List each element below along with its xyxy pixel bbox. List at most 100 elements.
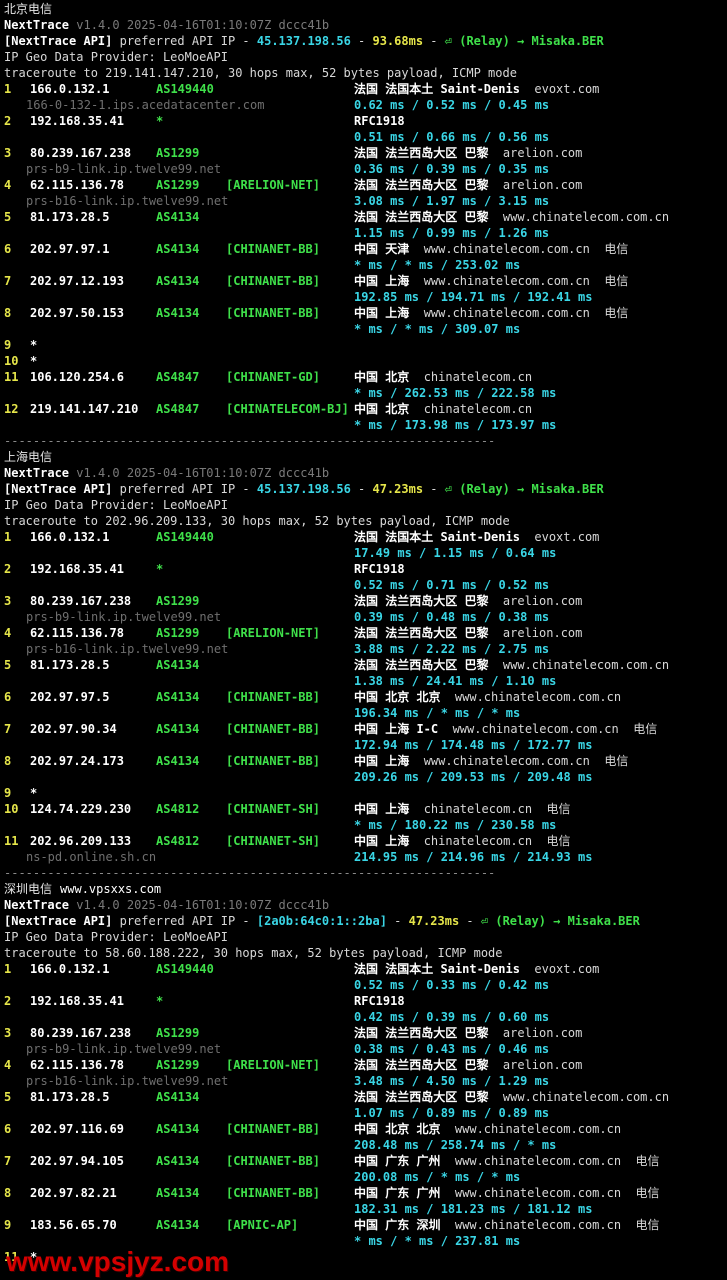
hop-detail-row: 208.48 ms / 258.74 ms / * ms	[4, 1137, 727, 1153]
terminal-output: 北京电信 NextTrace v1.4.0 2025-04-16T01:10:07…	[4, 1, 727, 1265]
section-site: www.vpsxxs.com	[60, 882, 162, 896]
app-name: NextTrace	[4, 18, 70, 32]
hop-number: 8	[4, 754, 12, 768]
api-line: [NextTrace API] preferred API IP - [2a0b…	[4, 913, 727, 929]
hop-rtt: 182.31 ms / 181.23 ms / 181.12 ms	[354, 1202, 593, 1216]
hop-row: 11 106.120.254.6 AS4847 [CHINANET-GD] 中国 北京 …	[4, 369, 727, 385]
hop-number: 12	[4, 402, 19, 416]
hop-row: 7 202.97.90.34 AS4134 [CHINANET-BB] 中国 上海 I-…	[4, 721, 727, 737]
hop-geo: 中国 上海 www.chinatelecom.com.cn 电信	[354, 273, 628, 289]
hop-row: 7 202.97.12.193 AS4134 [CHINANET-BB] 中国 上海 w…	[4, 273, 727, 289]
hop-ip: 81.173.28.5	[30, 658, 110, 672]
hop-number: 11	[4, 370, 19, 384]
api-dash-2: -	[423, 482, 445, 496]
provider-line: IP Geo Data Provider: LeoMoeAPI	[4, 50, 228, 64]
hop-rtt: * ms / * ms / 237.81 ms	[354, 1234, 521, 1248]
hop-geo: 法国 法兰西岛大区 巴黎 arelion.com	[354, 1057, 582, 1073]
hop-hostname: prs-b9-link.ip.twelve99.net	[26, 610, 222, 624]
hop-location: 法国 法国本土 Saint-Denis	[354, 82, 520, 96]
hop-asn: AS4134	[156, 1122, 200, 1136]
hop-detail-row: * ms / 262.53 ms / 222.58 ms	[4, 385, 727, 401]
hop-domain: arelion.com	[502, 1026, 583, 1040]
hop-rtt: 208.48 ms / 258.74 ms / * ms	[354, 1138, 557, 1152]
hop-geo: 法国 法兰西岛大区 巴黎 arelion.com	[354, 145, 582, 161]
hop-asn: AS4134	[156, 274, 200, 288]
api-relay: (Relay) → Misaka.BER	[459, 34, 604, 48]
hop-geo: 法国 法兰西岛大区 巴黎 www.chinatelecom.com.cn	[354, 1089, 669, 1105]
section-title: 上海电信	[4, 449, 727, 465]
hop-ip: 81.173.28.5	[30, 1090, 110, 1104]
hop-tag: [CHINANET-BB]	[226, 274, 320, 288]
hop-isp: 电信	[635, 1154, 660, 1168]
hop-number: 4	[4, 178, 12, 192]
hop-ip: 106.120.254.6	[30, 370, 124, 384]
hop-ip: 124.74.229.230	[30, 802, 132, 816]
hop-isp: 电信	[635, 1186, 660, 1200]
hop-number: 4	[4, 626, 12, 640]
hop-number: 2	[4, 994, 12, 1008]
section-title: 深圳电信 www.vpsxxs.com	[4, 881, 727, 897]
hop-location: 中国 北京	[354, 370, 410, 384]
hop-number: 1	[4, 82, 12, 96]
hop-detail-row: 172.94 ms / 174.48 ms / 172.77 ms	[4, 737, 727, 753]
hop-row: 6 202.97.97.1 AS4134 [CHINANET-BB] 中国 天津 www…	[4, 241, 727, 257]
hop-detail-row: 0.52 ms / 0.71 ms / 0.52 ms	[4, 577, 727, 593]
hop-location: 中国 广东 广州	[354, 1154, 441, 1168]
relay-icon: ⏎	[444, 482, 452, 496]
hop-tag: [CHINANET-BB]	[226, 1186, 320, 1200]
hop-tag: [CHINANET-GD]	[226, 370, 320, 384]
hop-hostname: prs-b16-link.ip.twelve99.net	[26, 1074, 229, 1088]
hop-ip: 192.168.35.41	[30, 562, 124, 576]
hop-rtt: 1.38 ms / 24.41 ms / 1.10 ms	[354, 674, 557, 688]
api-text: preferred API IP -	[112, 34, 257, 48]
hop-asn: AS149440	[156, 82, 214, 96]
hop-domain: evoxt.com	[534, 962, 600, 976]
hop-rtt: * ms / 180.22 ms / 230.58 ms	[354, 818, 557, 832]
hop-geo: 中国 上海 www.chinatelecom.com.cn 电信	[354, 753, 628, 769]
hop-tag: [CHINANET-BB]	[226, 306, 320, 320]
hop-number: 4	[4, 1058, 12, 1072]
version-line: NextTrace v1.4.0 2025-04-16T01:10:07Z dc…	[4, 465, 727, 481]
hop-location: 法国 法兰西岛大区 巴黎	[354, 594, 489, 608]
hop-ip: 166.0.132.1	[30, 82, 110, 96]
hop-ip: 62.115.136.78	[30, 626, 124, 640]
hop-number: 2	[4, 114, 12, 128]
hop-rtt: 3.08 ms / 1.97 ms / 3.15 ms	[354, 194, 550, 208]
hop-ip: 192.168.35.41	[30, 114, 124, 128]
hop-detail-row: * ms / 180.22 ms / 230.58 ms	[4, 817, 727, 833]
hop-geo: 中国 上海 www.chinatelecom.com.cn 电信	[354, 305, 628, 321]
hop-ip: 81.173.28.5	[30, 210, 110, 224]
version-line: NextTrace v1.4.0 2025-04-16T01:10:07Z dc…	[4, 897, 727, 913]
api-dash: -	[350, 34, 373, 48]
hop-rtt: 3.88 ms / 2.22 ms / 2.75 ms	[354, 642, 550, 656]
hop-location: 中国 天津	[354, 242, 410, 256]
hop-row: 11 202.96.209.133 AS4812 [CHINANET-SH] 中国 上海…	[4, 833, 727, 849]
hop-asn: AS4134	[156, 722, 200, 736]
hop-isp: 电信	[604, 242, 629, 256]
hop-location: 中国 广东 广州	[354, 1186, 441, 1200]
hop-row: 6 202.97.116.69 AS4134 [CHINANET-BB] 中国 北京 北…	[4, 1121, 727, 1137]
hop-row: 2 192.168.35.41 * RFC1918	[4, 561, 727, 577]
hop-detail-row: 166-0-132-1.ips.acedatacenter.com 0.62 ms…	[4, 97, 727, 113]
hop-row: 1 166.0.132.1 AS149440 法国 法国本土 Saint-Denis …	[4, 529, 727, 545]
hop-ip: *	[30, 338, 38, 352]
hop-domain: www.chinatelecom.com.cn	[454, 1218, 622, 1232]
hop-number: 9	[4, 1218, 12, 1232]
hop-location: 中国 上海 I-C	[354, 722, 439, 736]
hop-tag: [CHINATELECOM-BJ]	[226, 402, 349, 416]
hop-asn: *	[156, 562, 164, 576]
hop-asn: AS4134	[156, 690, 200, 704]
hop-number: 9	[4, 338, 12, 352]
api-dash: -	[386, 914, 409, 928]
hop-asn: AS1299	[156, 1026, 200, 1040]
api-ip: 45.137.198.56	[256, 482, 351, 496]
hop-ip: 166.0.132.1	[30, 962, 110, 976]
hop-ip: 62.115.136.78	[30, 1058, 124, 1072]
hop-asn: AS4134	[156, 754, 200, 768]
hop-domain: www.chinatelecom.com.cn	[454, 1122, 622, 1136]
hop-tag: [CHINANET-BB]	[226, 690, 320, 704]
hop-asn: *	[156, 994, 164, 1008]
hop-number: 2	[4, 562, 12, 576]
hop-tag: [CHINANET-BB]	[226, 1154, 320, 1168]
api-line: [NextTrace API] preferred API IP - 45.13…	[4, 481, 727, 497]
